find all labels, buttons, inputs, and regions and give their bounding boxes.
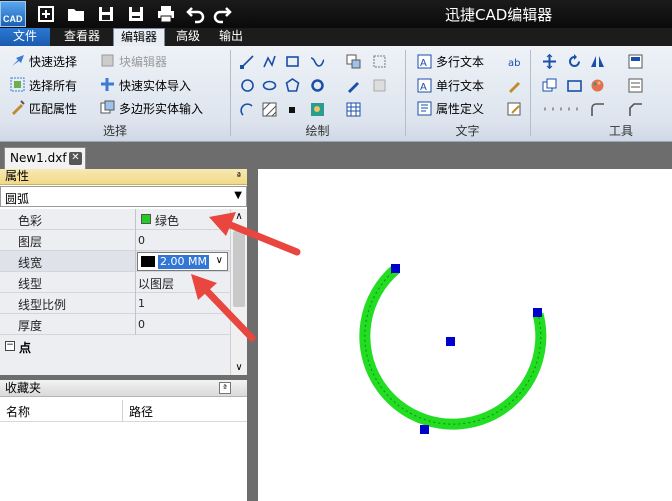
annotation-arrow-color (209, 212, 301, 256)
annotation-arrow-lineweight (191, 274, 256, 342)
annotation-overlay (191, 212, 301, 342)
